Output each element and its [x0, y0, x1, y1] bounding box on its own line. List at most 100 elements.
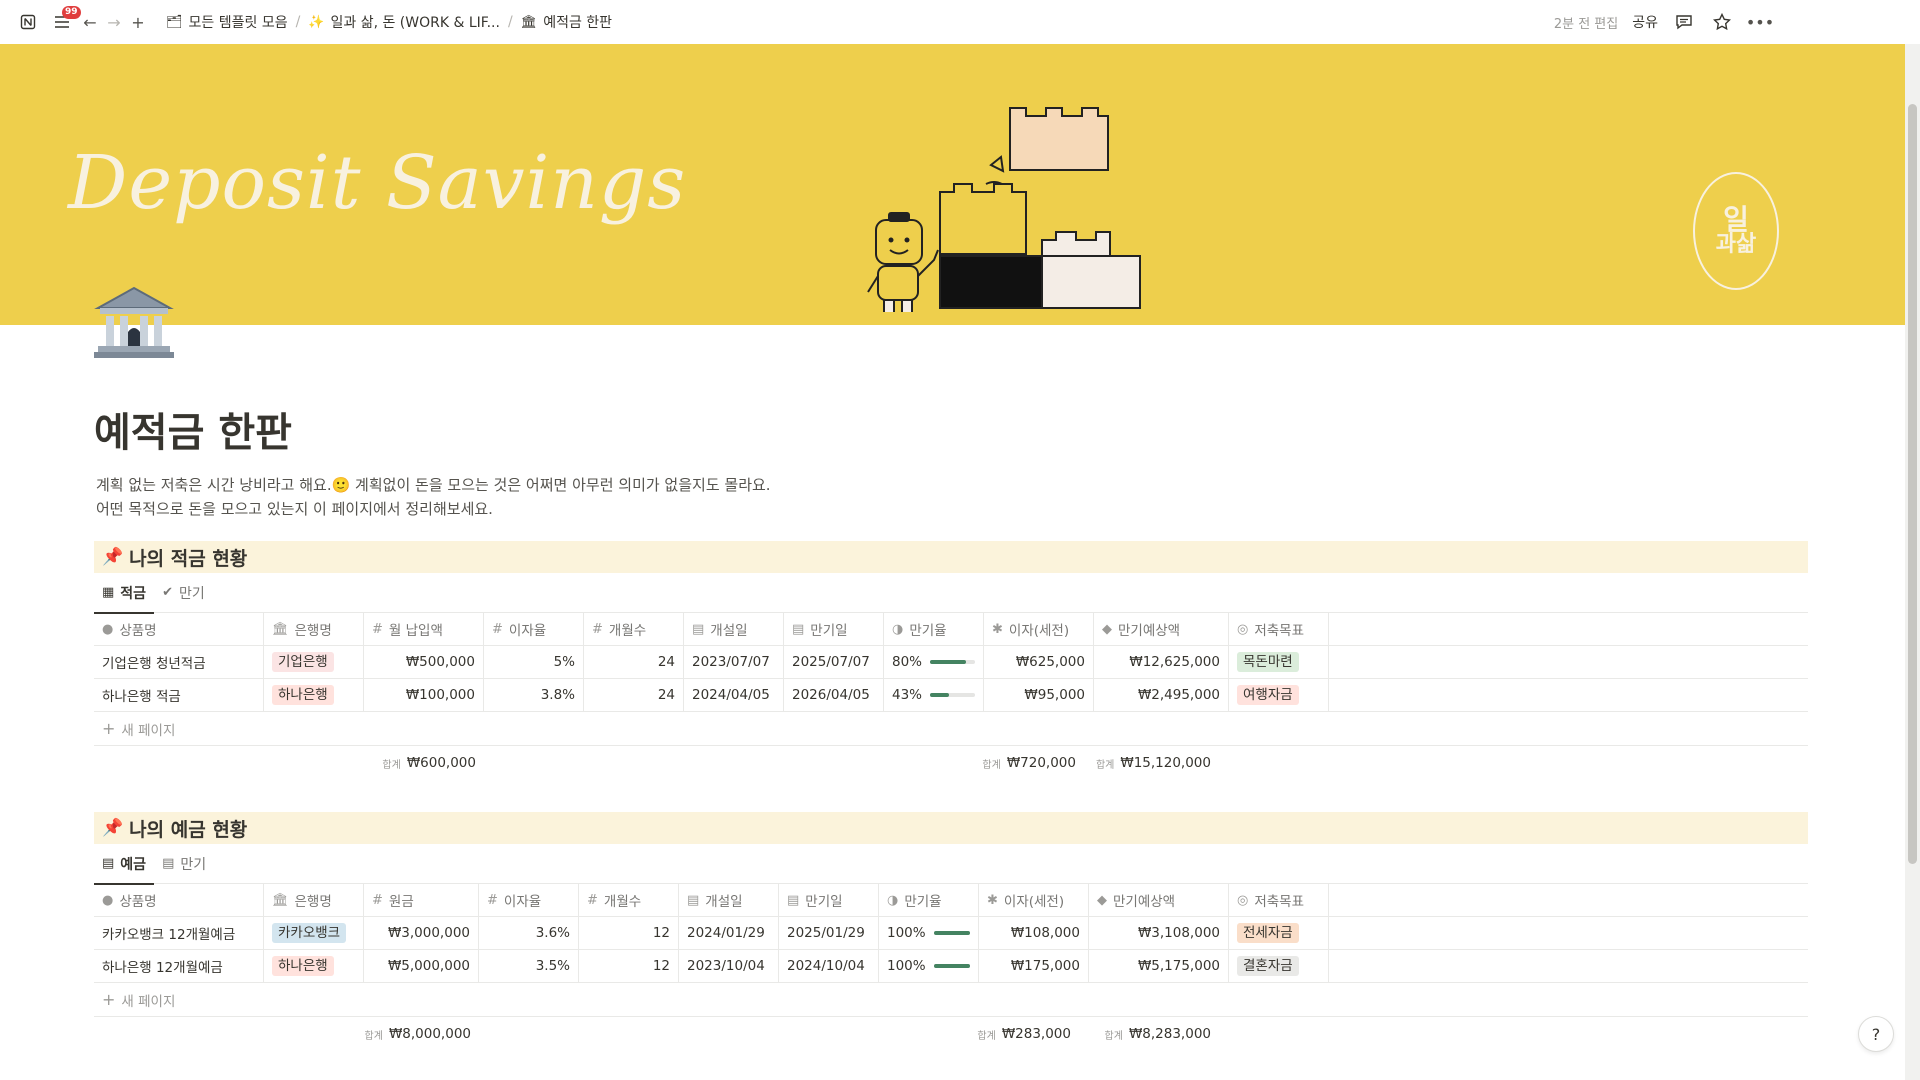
cell-months[interactable]: 12 — [579, 917, 679, 949]
cell-rate[interactable]: 3.6% — [479, 917, 579, 949]
tab-savings-maturity[interactable]: ✔ 만기 — [154, 573, 213, 613]
cell-open-date[interactable]: 2023/07/07 — [684, 646, 784, 678]
cell-months[interactable]: 12 — [579, 950, 679, 982]
cell-open-date[interactable]: 2024/04/05 — [684, 679, 784, 711]
bank-building-icon[interactable] — [94, 282, 174, 362]
column-header-bank[interactable]: 🏛 은행명 — [264, 884, 364, 916]
cover-image[interactable]: Deposit Savings 일 과삶 — [0, 44, 1905, 325]
cell-progress[interactable]: 100% — [879, 917, 979, 949]
cell-goal[interactable]: 여행자금 — [1229, 679, 1329, 711]
comment-icon[interactable] — [1672, 10, 1696, 34]
column-header-goal[interactable]: ◎ 저축목표 — [1229, 884, 1329, 916]
back-arrow-icon[interactable]: ← — [78, 10, 102, 34]
cell-expected[interactable]: ₩3,108,000 — [1089, 917, 1229, 949]
cell-rate[interactable]: 3.8% — [484, 679, 584, 711]
cell-maturity-date[interactable]: 2025/01/29 — [779, 917, 879, 949]
page-description[interactable]: 계획 없는 저축은 시간 낭비라고 해요.🙂 계획없이 돈을 모으는 것은 어쩌… — [96, 473, 771, 521]
help-button[interactable]: ? — [1858, 1016, 1894, 1052]
sum-expected[interactable]: 합계 ₩8,283,000 — [1079, 1017, 1219, 1051]
cell-product-name[interactable]: 하나은행 적금 — [94, 679, 264, 711]
cell-principal[interactable]: ₩5,000,000 — [364, 950, 479, 982]
cell-progress[interactable]: 80% — [884, 646, 984, 678]
column-header-principal[interactable]: # 원금 — [364, 884, 479, 916]
sum-principal[interactable]: 합계 ₩8,000,000 — [364, 1017, 479, 1051]
cell-interest[interactable]: ₩95,000 — [984, 679, 1094, 711]
new-page-plus-icon[interactable]: + — [126, 10, 150, 34]
column-header-interest[interactable]: ✱ 이자(세전) — [979, 884, 1089, 916]
menu-icon[interactable]: 99 — [50, 6, 81, 34]
scrollbar[interactable] — [1905, 44, 1920, 1080]
sum-interest[interactable]: 합계 ₩283,000 — [969, 1017, 1079, 1051]
column-header-months[interactable]: # 개월수 — [584, 613, 684, 645]
table-row[interactable]: 하나은행 12개월예금 하나은행 ₩5,000,000 3.5% 12 2023… — [94, 950, 1808, 983]
cell-expected[interactable]: ₩5,175,000 — [1089, 950, 1229, 982]
tab-deposits-table[interactable]: ▤ 예금 — [94, 844, 155, 885]
cell-progress[interactable]: 100% — [879, 950, 979, 982]
column-header-open-date[interactable]: ▤ 개설일 — [679, 884, 779, 916]
notion-logo-icon[interactable] — [16, 10, 40, 34]
cell-bank[interactable]: 하나은행 — [264, 950, 364, 982]
page-title[interactable]: 예적금 한판 — [94, 400, 292, 458]
cell-rate[interactable]: 5% — [484, 646, 584, 678]
cell-expected[interactable]: ₩12,625,000 — [1094, 646, 1229, 678]
column-header-maturity-date[interactable]: ▤ 만기일 — [779, 884, 879, 916]
cell-monthly-amount[interactable]: ₩100,000 — [364, 679, 484, 711]
cell-months[interactable]: 24 — [584, 646, 684, 678]
more-options-icon[interactable]: ••• — [1746, 10, 1774, 34]
cell-product-name[interactable]: 기업은행 청년적금 — [94, 646, 264, 678]
breadcrumb-item-templates[interactable]: 🗂 모든 템플릿 모음 — [160, 10, 294, 34]
column-header-goal[interactable]: ◎ 저축목표 — [1229, 613, 1329, 645]
cell-interest[interactable]: ₩175,000 — [979, 950, 1089, 982]
table-row[interactable]: 하나은행 적금 하나은행 ₩100,000 3.8% 24 2024/04/05… — [94, 679, 1808, 712]
new-page-button[interactable]: + 새 페이지 — [94, 712, 1808, 746]
forward-arrow-icon[interactable]: → — [102, 10, 126, 34]
column-header-months[interactable]: # 개월수 — [579, 884, 679, 916]
column-header-open-date[interactable]: ▤ 개설일 — [684, 613, 784, 645]
column-header-expected[interactable]: ◆ 만기예상액 — [1089, 884, 1229, 916]
column-header-rate[interactable]: # 이자율 — [479, 884, 579, 916]
cell-product-name[interactable]: 하나은행 12개월예금 — [94, 950, 264, 982]
cell-maturity-date[interactable]: 2024/10/04 — [779, 950, 879, 982]
scrollbar-thumb[interactable] — [1908, 104, 1917, 864]
cell-expected[interactable]: ₩2,495,000 — [1094, 679, 1229, 711]
cell-product-name[interactable]: 카카오뱅크 12개월예금 — [94, 917, 264, 949]
cell-months[interactable]: 24 — [584, 679, 684, 711]
cell-maturity-date[interactable]: 2025/07/07 — [784, 646, 884, 678]
cell-bank[interactable]: 하나은행 — [264, 679, 364, 711]
cell-interest[interactable]: ₩108,000 — [979, 917, 1089, 949]
table-row[interactable]: 카카오뱅크 12개월예금 카카오뱅크 ₩3,000,000 3.6% 12 20… — [94, 917, 1808, 950]
sum-monthly-amount[interactable]: 합계 ₩600,000 — [364, 746, 484, 780]
tab-deposits-maturity[interactable]: ▤ 만기 — [154, 844, 214, 884]
cell-maturity-date[interactable]: 2026/04/05 — [784, 679, 884, 711]
sum-expected[interactable]: 합계 ₩15,120,000 — [1084, 746, 1219, 780]
breadcrumb-item-current-page[interactable]: 🏛 예적금 한판 — [515, 10, 618, 34]
cell-goal[interactable]: 결혼자금 — [1229, 950, 1329, 982]
tab-savings-table[interactable]: ▦ 적금 — [94, 573, 155, 614]
cell-interest[interactable]: ₩625,000 — [984, 646, 1094, 678]
cell-goal[interactable]: 목돈마련 — [1229, 646, 1329, 678]
favorite-star-icon[interactable] — [1710, 10, 1734, 34]
table-row[interactable]: 기업은행 청년적금 기업은행 ₩500,000 5% 24 2023/07/07… — [94, 646, 1808, 679]
share-button[interactable]: 공유 — [1632, 12, 1658, 32]
cell-bank[interactable]: 기업은행 — [264, 646, 364, 678]
column-header-progress[interactable]: ◑ 만기율 — [879, 884, 979, 916]
cell-open-date[interactable]: 2023/10/04 — [679, 950, 779, 982]
column-header-product[interactable]: ● 상품명 — [94, 884, 264, 916]
cell-goal[interactable]: 전세자금 — [1229, 917, 1329, 949]
deposits-heading-callout[interactable]: 📌 나의 예금 현황 — [94, 812, 1808, 844]
cell-principal[interactable]: ₩3,000,000 — [364, 917, 479, 949]
column-header-maturity-date[interactable]: ▤ 만기일 — [784, 613, 884, 645]
cell-progress[interactable]: 43% — [884, 679, 984, 711]
cell-bank[interactable]: 카카오뱅크 — [264, 917, 364, 949]
column-header-expected[interactable]: ◆ 만기예상액 — [1094, 613, 1229, 645]
savings-heading-callout[interactable]: 📌 나의 적금 현황 — [94, 541, 1808, 573]
cell-rate[interactable]: 3.5% — [479, 950, 579, 982]
column-header-monthly[interactable]: # 월 납입액 — [364, 613, 484, 645]
cell-open-date[interactable]: 2024/01/29 — [679, 917, 779, 949]
breadcrumb-item-work-life[interactable]: ✨ 일과 삶, 돈 (WORK & LIF... — [302, 10, 506, 34]
column-header-progress[interactable]: ◑ 만기율 — [884, 613, 984, 645]
column-header-bank[interactable]: 🏛 은행명 — [264, 613, 364, 645]
column-header-product[interactable]: ● 상품명 — [94, 613, 264, 645]
column-header-interest[interactable]: ✱ 이자(세전) — [984, 613, 1094, 645]
sum-interest[interactable]: 합계 ₩720,000 — [974, 746, 1084, 780]
